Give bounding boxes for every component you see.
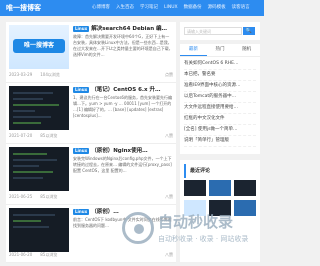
nav-item[interactable]: 入生百态 — [116, 4, 134, 12]
list-item[interactable]: 以后Tomcat的服务器中… — [184, 92, 256, 103]
nav-item[interactable]: 心博博客 — [92, 4, 110, 12]
list-item[interactable]: 本已把，警名要 — [184, 70, 256, 81]
post-date: 2021-06-20 — [9, 252, 33, 257]
post-meta: 2021-07-20 85以浏览 八赞 — [9, 133, 173, 139]
post-thumbnail[interactable] — [9, 208, 69, 252]
list-item[interactable]: 红框的中文汉化文件 — [184, 114, 256, 125]
list-item[interactable]: 有关如何CentOS 6 RHE… — [184, 59, 256, 70]
post-views: 104以浏览 — [40, 72, 60, 77]
post-title-text[interactable]: （原创）Nginx使用… — [91, 148, 147, 154]
nav-item[interactable]: 读客语言 — [232, 4, 250, 12]
post-date: 2021-06-25 — [9, 194, 33, 199]
post-views: 85以浏览 — [40, 133, 58, 138]
main-nav: 心博博客 入生百态 学习笔记 LINUX 数据备份 源码模板 读客语言 — [92, 4, 250, 12]
category-badge[interactable]: Linux — [73, 26, 90, 32]
post-thumbnail[interactable] — [9, 147, 69, 191]
post-excerpt: 1、建议先行在一台Centos6的服务，首先安装要先行编辑…下。yum > yu… — [73, 95, 172, 118]
watermark-subtitle: 自动秒收录 · 收录 · 网站收录 — [158, 235, 249, 243]
post-title-text[interactable]: （原创）… — [91, 209, 119, 215]
nav-item[interactable]: 数据备份 — [184, 4, 202, 12]
list-item[interactable]: 大文件远程直接使用要给… — [184, 103, 256, 114]
tab-post-list: 有关如何CentOS 6 RHE… 本已把，警名要 准看IE9界面中核心的资源…… — [180, 57, 260, 149]
post-like[interactable]: 点赞 — [165, 72, 173, 78]
watermark-title: 自动秒收录 — [158, 213, 234, 231]
post-views: 85以浏览 — [40, 252, 58, 257]
post-card[interactable]: 唯一搜博客 Linux 解决search64 Debian 编… 故障：首先解决需… — [6, 22, 176, 83]
tab-latest[interactable]: 最新 — [180, 44, 207, 56]
tab-random[interactable]: 随机 — [233, 44, 260, 56]
post-title[interactable]: Linux （笔记）CentOS 6.x 升… — [73, 86, 173, 94]
post-like[interactable]: 八赞 — [165, 133, 173, 139]
recent-thumbnail[interactable] — [234, 180, 256, 196]
post-meta: 2021-06-25 85以浏览 八赞 — [9, 194, 173, 200]
post-title[interactable]: Linux 解决search64 Debian 编… — [73, 25, 173, 33]
category-badge[interactable]: Linux — [73, 87, 90, 93]
list-item[interactable]: 说明「简单行」管理版 — [184, 136, 256, 147]
top-navbar: 唯一搜博客 心博博客 入生百态 学习笔记 LINUX 数据备份 源码模板 读客语… — [0, 0, 264, 16]
widget-title: 最近评论 — [184, 164, 260, 178]
nav-item[interactable]: 学习笔记 — [140, 4, 158, 12]
list-item[interactable]: 准看IE9界面中核心的资源… — [184, 81, 256, 92]
post-title-text[interactable]: 解决search64 Debian 编… — [91, 26, 167, 32]
list-item[interactable]: [全名] 使用js做一个简单… — [184, 125, 256, 136]
post-thumbnail[interactable]: 唯一搜博客 — [9, 25, 69, 69]
tab-hot[interactable]: 热门 — [207, 44, 234, 56]
post-date: 2023-03-29 — [9, 72, 33, 77]
post-tabs-widget: 最新 热门 随机 有关如何CentOS 6 RHE… 本已把，警名要 准看IE9… — [180, 44, 260, 154]
post-title[interactable]: Linux （原创）Nginx使用… — [73, 147, 173, 155]
post-thumbnail[interactable] — [9, 86, 69, 130]
post-date: 2021-07-20 — [9, 133, 33, 138]
post-card[interactable]: Linux （笔记）CentOS 6.x 升… 1、建议先行在一台Centos6的… — [6, 83, 176, 144]
site-logo[interactable]: 唯一搜博客 — [6, 2, 41, 14]
post-title-text[interactable]: （笔记）CentOS 6.x 升… — [91, 87, 160, 93]
search-button[interactable]: 🔍 — [243, 27, 255, 35]
search-widget: 请输入关键词 🔍 — [180, 22, 260, 40]
recent-thumbnail[interactable] — [209, 180, 231, 196]
post-like[interactable]: 八赞 — [165, 194, 173, 200]
post-views: 85以浏览 — [40, 194, 58, 199]
watermark-overlay: 自动秒收录 自动秒收录 · 收录 · 网站收录 — [122, 210, 260, 256]
post-excerpt: 故障：首先解决需要开发环境中64个G，正好下上有一台安装，具体安装Linux中方… — [73, 34, 173, 57]
nav-item[interactable]: LINUX — [164, 4, 178, 12]
recent-thumbnail[interactable] — [184, 180, 206, 196]
post-meta: 2023-03-29 104以浏览 点赞 — [9, 72, 173, 78]
post-excerpt: 安装完Windows的Nginx后config.php文件，一个上下转接的过程去… — [73, 156, 172, 173]
category-badge[interactable]: Linux — [73, 148, 90, 154]
nav-item[interactable]: 源码模板 — [208, 4, 226, 12]
tab-bar: 最新 热门 随机 — [180, 44, 260, 57]
category-badge[interactable]: Linux — [73, 209, 90, 215]
watermark-logo-icon — [122, 212, 154, 244]
thumbnail-logo-text: 唯一搜博客 — [13, 39, 65, 53]
post-card[interactable]: Linux （原创）Nginx使用… 安装完Windows的Nginx后confi… — [6, 144, 176, 205]
search-input[interactable]: 请输入关键词 — [184, 27, 242, 35]
